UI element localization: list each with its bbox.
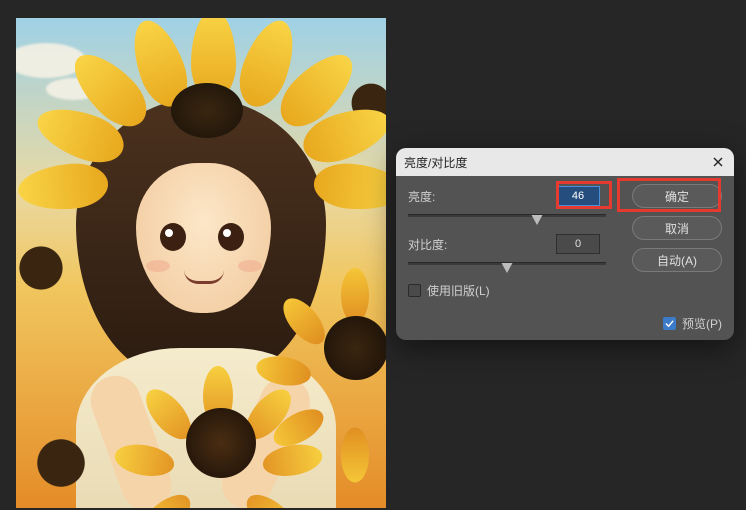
preview-checkbox[interactable] <box>663 317 676 330</box>
preview-label: 预览(P) <box>682 315 722 332</box>
contrast-label: 对比度: <box>408 236 556 253</box>
auto-button[interactable]: 自动(A) <box>632 248 722 272</box>
dialog-title: 亮度/对比度 <box>404 154 467 171</box>
close-icon[interactable] <box>710 154 726 170</box>
cancel-button[interactable]: 取消 <box>632 216 722 240</box>
use-legacy-label: 使用旧版(L) <box>427 282 490 299</box>
contrast-input[interactable] <box>556 234 600 254</box>
brightness-contrast-dialog: 亮度/对比度 亮度: 对比度: 使用旧版(L) <box>396 148 734 340</box>
brightness-slider[interactable] <box>408 212 606 226</box>
brightness-input[interactable] <box>556 186 600 206</box>
canvas-image <box>16 18 386 508</box>
ok-button[interactable]: 确定 <box>632 184 722 208</box>
brightness-label: 亮度: <box>408 188 556 205</box>
dialog-titlebar[interactable]: 亮度/对比度 <box>396 148 734 176</box>
contrast-slider[interactable] <box>408 260 606 274</box>
use-legacy-checkbox[interactable] <box>408 284 421 297</box>
